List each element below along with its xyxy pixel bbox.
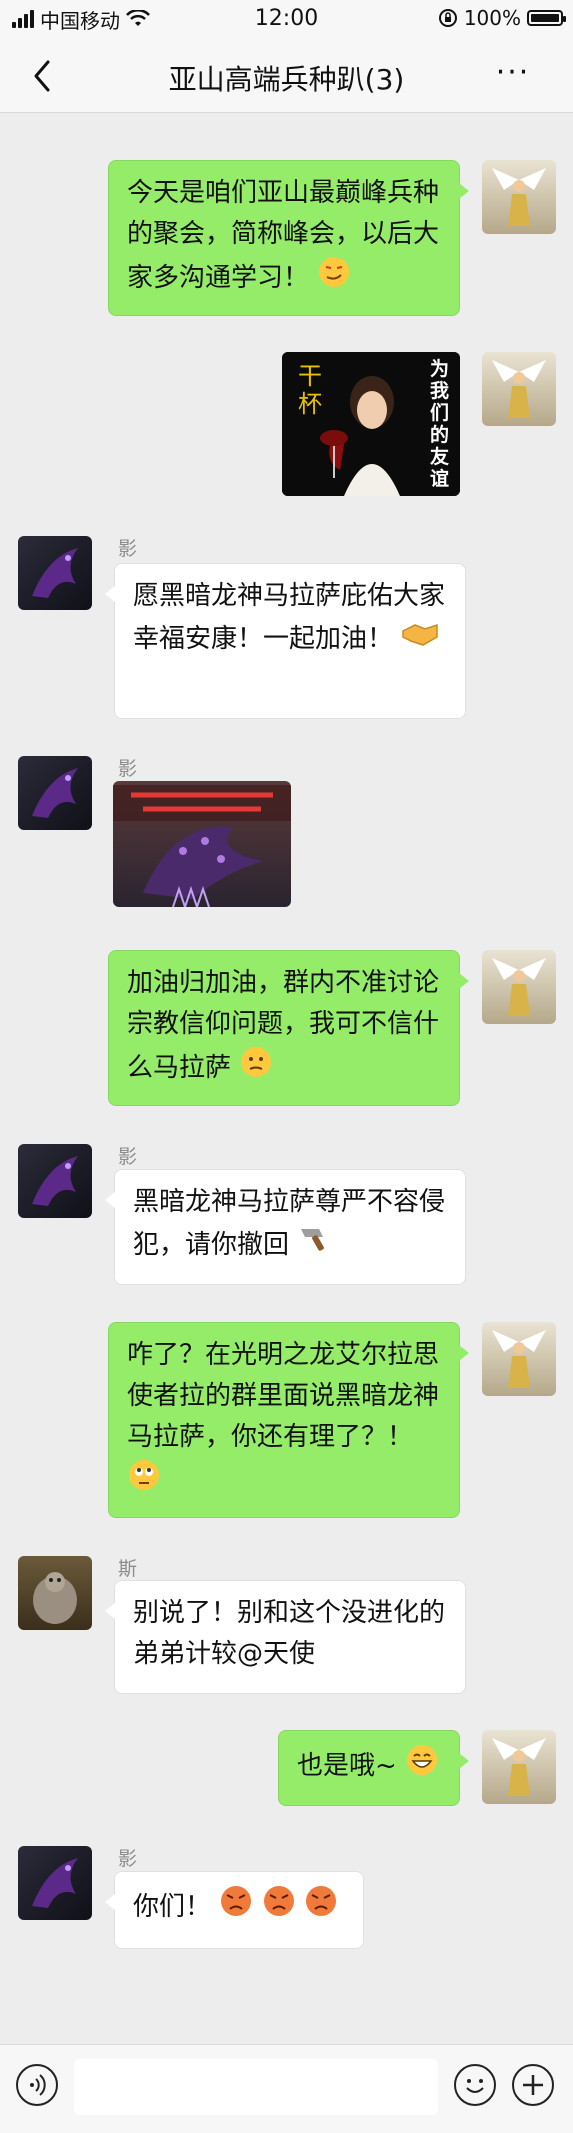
message-bubble[interactable]: 你们！ — [105, 1871, 364, 1949]
message-bubble[interactable]: 咋了？在光明之龙艾尔拉思使者拉的群里面说黑暗龙神马拉萨，你还有理了？！ — [108, 1322, 469, 1518]
input-bar — [0, 2044, 573, 2133]
sticker-image[interactable]: 干杯 为我们的友谊 — [282, 352, 460, 496]
avatar-shadow-dragon[interactable] — [18, 756, 92, 830]
message-text: 黑暗龙神马拉萨尊严不容侵犯，请你撤回 — [133, 1187, 446, 1260]
plus-icon — [523, 2075, 543, 2095]
battery-group: 100% — [438, 6, 566, 30]
angry-emoji-icon — [219, 1884, 253, 1931]
rolling-eyes-emoji-icon — [127, 1458, 161, 1505]
avatar-behemoth[interactable] — [18, 1556, 92, 1630]
message-bubble[interactable]: 别说了！别和这个没进化的弟弟计较@天使 — [105, 1580, 466, 1694]
avatar-shadow-dragon[interactable] — [18, 1144, 92, 1218]
smiley-icon — [466, 2079, 484, 2093]
voice-input-button[interactable] — [16, 2064, 58, 2106]
status-bar: 中国移动 12:00 100% — [0, 0, 573, 40]
battery-icon — [527, 10, 566, 26]
voice-icon — [30, 2074, 46, 2096]
avatar-shadow-dragon[interactable] — [18, 536, 92, 610]
avatar-angel[interactable] — [482, 160, 556, 234]
message-bubble[interactable]: 愿黑暗龙神马拉萨庇佑大家幸福安康！一起加油！ — [105, 563, 466, 719]
avatar-angel[interactable] — [482, 1730, 556, 1804]
grin-emoji-icon — [405, 1743, 439, 1790]
message-input[interactable] — [74, 2059, 438, 2115]
avatar-angel[interactable] — [482, 352, 556, 426]
more-options-button[interactable]: ··· — [493, 58, 533, 94]
emoji-button[interactable] — [454, 2064, 496, 2106]
angry-emoji-icon — [304, 1884, 338, 1931]
chat-title: 亚山高端兵种趴(3) — [168, 63, 405, 96]
sticker-text-left: 干杯 — [298, 362, 322, 418]
battery-percent: 100% — [463, 6, 521, 30]
message-bubble[interactable]: 今天是咱们亚山最巅峰兵种的聚会，简称峰会，以后大家多沟通学习！ — [108, 160, 469, 316]
shared-image[interactable] — [113, 781, 291, 907]
sticker-text-right: 为我们的友谊 — [430, 358, 450, 490]
message-text: 你们！ — [133, 1892, 212, 1922]
message-bubble[interactable]: 加油归加油，群内不准讨论宗教信仰问题，我可不信什么马拉萨 — [108, 950, 469, 1106]
handshake-emoji-icon — [401, 617, 439, 662]
avatar-shadow-dragon[interactable] — [18, 1846, 92, 1920]
message-bubble[interactable]: 也是哦~ — [278, 1730, 469, 1806]
awkward-emoji-icon — [239, 1045, 273, 1092]
message-text: 咋了？在光明之龙艾尔拉思使者拉的群里面说黑暗龙神马拉萨，你还有理了？！ — [127, 1340, 440, 1452]
more-actions-button[interactable] — [512, 2064, 554, 2106]
message-text: 也是哦~ — [297, 1751, 397, 1781]
orientation-lock-icon — [438, 9, 457, 27]
avatar-angel[interactable] — [482, 950, 556, 1024]
message-text: 加油归加油，群内不准讨论宗教信仰问题，我可不信什么马拉萨 — [127, 968, 440, 1083]
angry-emoji-icon — [262, 1884, 296, 1931]
message-bubble[interactable]: 黑暗龙神马拉萨尊严不容侵犯，请你撤回 — [105, 1169, 466, 1285]
knife-emoji-icon — [297, 1223, 333, 1268]
avatar-angel[interactable] — [482, 1322, 556, 1396]
smirk-emoji-icon — [317, 255, 351, 302]
nav-bar: 亚山高端兵种趴(3) ··· — [0, 40, 573, 113]
message-text: 愿黑暗龙神马拉萨庇佑大家幸福安康！一起加油！ — [133, 581, 446, 654]
message-text: 今天是咱们亚山最巅峰兵种的聚会，简称峰会，以后大家多沟通学习！ — [127, 178, 440, 293]
message-text: 别说了！别和这个没进化的弟弟计较@天使 — [133, 1598, 446, 1669]
